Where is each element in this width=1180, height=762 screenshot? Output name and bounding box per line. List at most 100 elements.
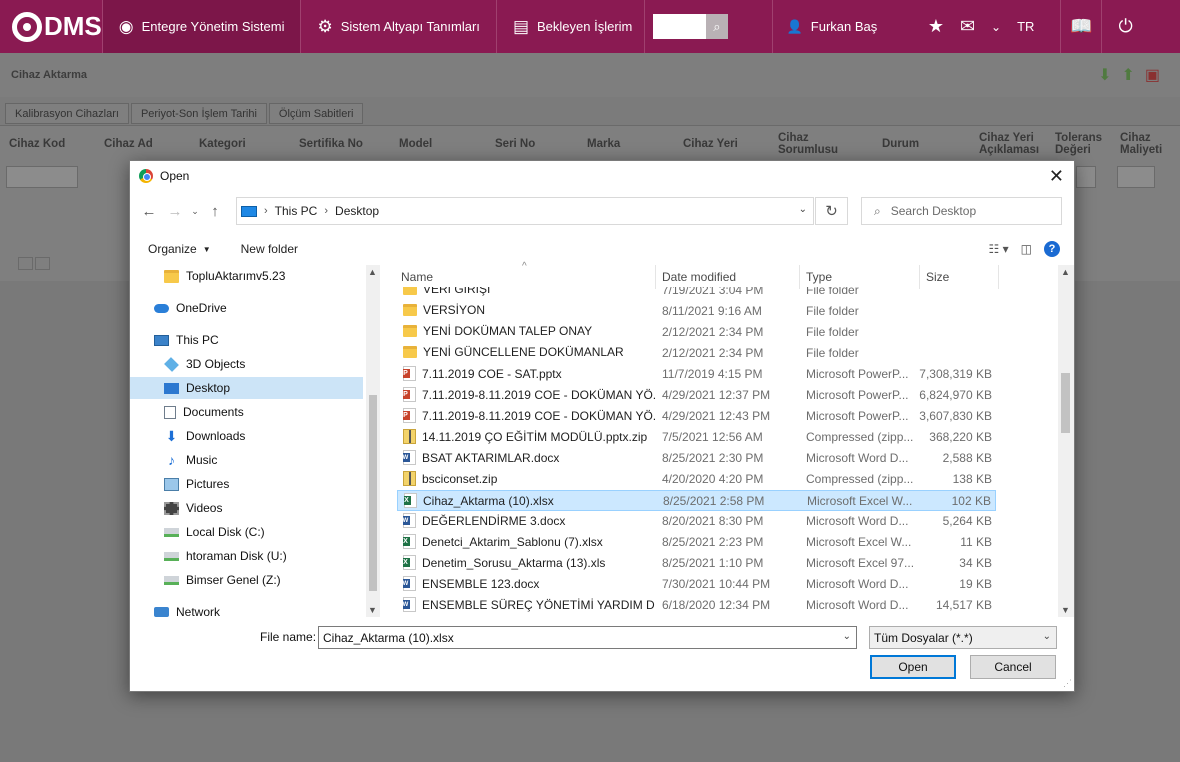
sidebar-item-bimser-genel[interactable]: Bimser Genel (Z:) (164, 569, 281, 591)
sidebar-item-network[interactable]: Network (154, 601, 220, 617)
sidebar-item-videos[interactable]: Videos (164, 497, 222, 519)
help-book-icon[interactable]: 📖 (1060, 0, 1103, 53)
file-row[interactable]: 7.11.2019-8.11.2019 COE - DOKÜMAN YÖ... 4… (397, 406, 996, 427)
column-header[interactable]: Cihaz Ad (104, 138, 153, 150)
close-icon[interactable]: ✕ (1049, 166, 1064, 187)
language-selector[interactable]: TR (1017, 19, 1034, 34)
column-divider[interactable] (998, 265, 999, 289)
file-row[interactable]: Denetim_Sorusu_Aktarma (13).xls 8/25/2021… (397, 553, 996, 574)
search-icon[interactable]: ⌕ (705, 14, 728, 39)
file-row[interactable]: 7.11.2019 COE - SAT.pptx 11/7/2019 4:15 P… (397, 364, 996, 385)
scroll-up-icon[interactable]: ▲ (368, 267, 377, 277)
column-header[interactable]: Cihaz Yeri (683, 138, 738, 150)
column-size[interactable]: Size (926, 270, 949, 284)
file-row[interactable]: Denetci_Aktarim_Sablonu (7).xlsx 8/25/202… (397, 532, 996, 553)
chevron-down-icon[interactable]: ⌄ (843, 631, 851, 642)
chevron-down-icon[interactable]: ⌄ (799, 204, 807, 215)
column-divider[interactable] (655, 265, 656, 289)
sidebar-item-3d-objects[interactable]: 3D Objects (164, 353, 245, 375)
file-row[interactable]: DEĞERLENDİRME 3.docx 8/20/2021 8:30 PM Mic… (397, 511, 996, 532)
refresh-icon[interactable]: ↻ (815, 197, 848, 225)
new-folder-button[interactable]: New folder (211, 242, 298, 256)
filter-input[interactable] (6, 166, 78, 188)
open-button[interactable]: Open (870, 655, 956, 679)
recent-locations-icon[interactable]: ⌄ (188, 206, 202, 217)
qdms-logo[interactable]: DMS (0, 0, 102, 53)
scroll-up-icon[interactable]: ▲ (1061, 267, 1070, 277)
sidebar-item-toplu-aktarim[interactable]: TopluAktarımv5.23 (164, 265, 285, 287)
sidebar-item-htoraman-disk[interactable]: htoraman Disk (U:) (164, 545, 287, 567)
file-row-selected[interactable]: Cihaz_Aktarma (10).xlsx 8/25/2021 2:58 PM… (397, 490, 996, 511)
file-row[interactable]: 14.11.2019 ÇO EĞİTİM MODÜLÜ.pptx.zip 7/5/… (397, 427, 996, 448)
column-header[interactable]: Cihaz Maliyeti (1120, 132, 1180, 156)
back-arrow-icon[interactable]: ← (136, 203, 162, 220)
column-header[interactable]: Model (399, 138, 432, 150)
help-icon[interactable]: ? (1044, 241, 1060, 257)
tab-periyot-son-islem[interactable]: Periyot-Son İşlem Tarihi (130, 103, 267, 124)
file-row[interactable]: YENİ DOKÜMAN TALEP ONAY 2/12/2021 2:34 PM… (397, 322, 996, 343)
scroll-down-icon[interactable]: ▼ (368, 605, 377, 615)
download-icon[interactable]: ⬇ (1098, 65, 1111, 85)
nav-sistem-altyapi[interactable]: ⚙ Sistem Altyapı Tanımları (300, 0, 495, 53)
chevron-right-icon[interactable]: › (264, 205, 268, 217)
nav-bekleyen-islerim[interactable]: ▤ Bekleyen İşlerim (495, 0, 644, 53)
chevron-down-icon[interactable]: ⌄ (991, 20, 1001, 34)
file-name-input[interactable]: Cihaz_Aktarma (10).xlsx ⌄ (318, 626, 857, 649)
file-type-select[interactable]: Tüm Dosyalar (*.*) ⌄ (869, 626, 1057, 649)
column-header[interactable]: Sertifika No (299, 138, 363, 150)
search-desktop-input[interactable]: ⌕ Search Desktop (861, 197, 1062, 225)
breadcrumb-this-pc[interactable]: This PC (275, 204, 318, 218)
file-row[interactable]: ENSEMBLE 123.docx 7/30/2021 10:44 PM Micro… (397, 574, 996, 595)
column-header[interactable]: Seri No (495, 138, 535, 150)
file-row[interactable]: VERİ GİRİŞİ 7/19/2021 3:04 PM File folder (397, 287, 996, 301)
power-icon[interactable]: ⏻ (1118, 16, 1132, 37)
scroll-down-icon[interactable]: ▼ (1061, 605, 1070, 615)
forward-arrow-icon[interactable]: → (162, 203, 188, 220)
filter-input[interactable] (1117, 166, 1155, 188)
column-header[interactable]: Cihaz Kod (9, 138, 65, 150)
top-search-input[interactable] (652, 14, 706, 39)
column-header[interactable]: Marka (587, 138, 620, 150)
organize-button[interactable]: Organize ▼ (130, 242, 211, 256)
column-header[interactable]: Kategori (199, 138, 246, 150)
tab-olcum-sabitleri[interactable]: Ölçüm Sabitleri (268, 103, 364, 124)
scrollbar-thumb[interactable] (369, 395, 377, 591)
file-row[interactable]: bsciconset.zip 4/20/2020 4:20 PM Compresse… (397, 469, 996, 490)
file-row[interactable]: ENSEMBLE SÜREÇ YÖNETİMİ YARDIM D... 6/18/… (397, 595, 996, 616)
pager-prev[interactable] (18, 257, 33, 270)
delete-icon[interactable]: ▣ (1145, 65, 1160, 85)
nav-entegre-yonetim[interactable]: ◉ Entegre Yönetim Sistemi (101, 0, 301, 53)
column-date-modified[interactable]: Date modified (662, 270, 736, 284)
column-header[interactable]: Cihaz Yeri Açıklaması (979, 132, 1049, 156)
preview-pane-icon[interactable]: ◫ (1021, 242, 1032, 256)
upload-icon[interactable]: ⬆ (1121, 65, 1134, 85)
sidebar-item-pictures[interactable]: Pictures (164, 473, 229, 495)
resize-grip-icon[interactable]: ⋰ (1063, 678, 1072, 689)
up-arrow-icon[interactable]: ↑ (202, 203, 228, 220)
star-icon[interactable]: ★ (928, 16, 944, 37)
breadcrumb-desktop[interactable]: Desktop (335, 204, 379, 218)
file-row[interactable]: VERSİYON 8/11/2021 9:16 AM File folder (397, 301, 996, 322)
file-row[interactable]: 7.11.2019-8.11.2019 COE - DOKÜMAN YÖ... 4… (397, 385, 996, 406)
navigation-scrollbar[interactable]: ▲ ▼ (366, 265, 380, 617)
filter-input[interactable] (1076, 166, 1096, 188)
sidebar-item-downloads[interactable]: ⬇ Downloads (164, 425, 246, 447)
file-list-scrollbar[interactable]: ▲ ▼ (1058, 265, 1074, 617)
view-options-icon[interactable]: ☷ ▾ (989, 242, 1009, 256)
column-type[interactable]: Type (806, 270, 832, 284)
file-row[interactable]: BSAT AKTARIMLAR.docx 8/25/2021 2:30 PM Mic… (397, 448, 996, 469)
column-divider[interactable] (799, 265, 800, 289)
column-header[interactable]: Tolerans Değeri (1055, 132, 1115, 156)
column-header[interactable]: Durum (882, 138, 919, 150)
column-name[interactable]: Name (401, 270, 433, 284)
sidebar-item-local-disk[interactable]: Local Disk (C:) (164, 521, 265, 543)
sidebar-item-documents[interactable]: Documents (164, 401, 244, 423)
tab-kalibrasyon-cihazlari[interactable]: Kalibrasyon Cihazları (5, 103, 129, 124)
sidebar-item-onedrive[interactable]: OneDrive (154, 297, 227, 319)
file-row[interactable]: YENİ GÜNCELLENE DOKÜMANLAR 2/12/2021 2:34… (397, 343, 996, 364)
pager-next[interactable] (35, 257, 50, 270)
user-menu[interactable]: 👤 Furkan Baş (771, 0, 896, 53)
mail-icon[interactable]: ✉ (960, 16, 975, 37)
sidebar-item-desktop[interactable]: Desktop (130, 377, 363, 399)
column-divider[interactable] (919, 265, 920, 289)
